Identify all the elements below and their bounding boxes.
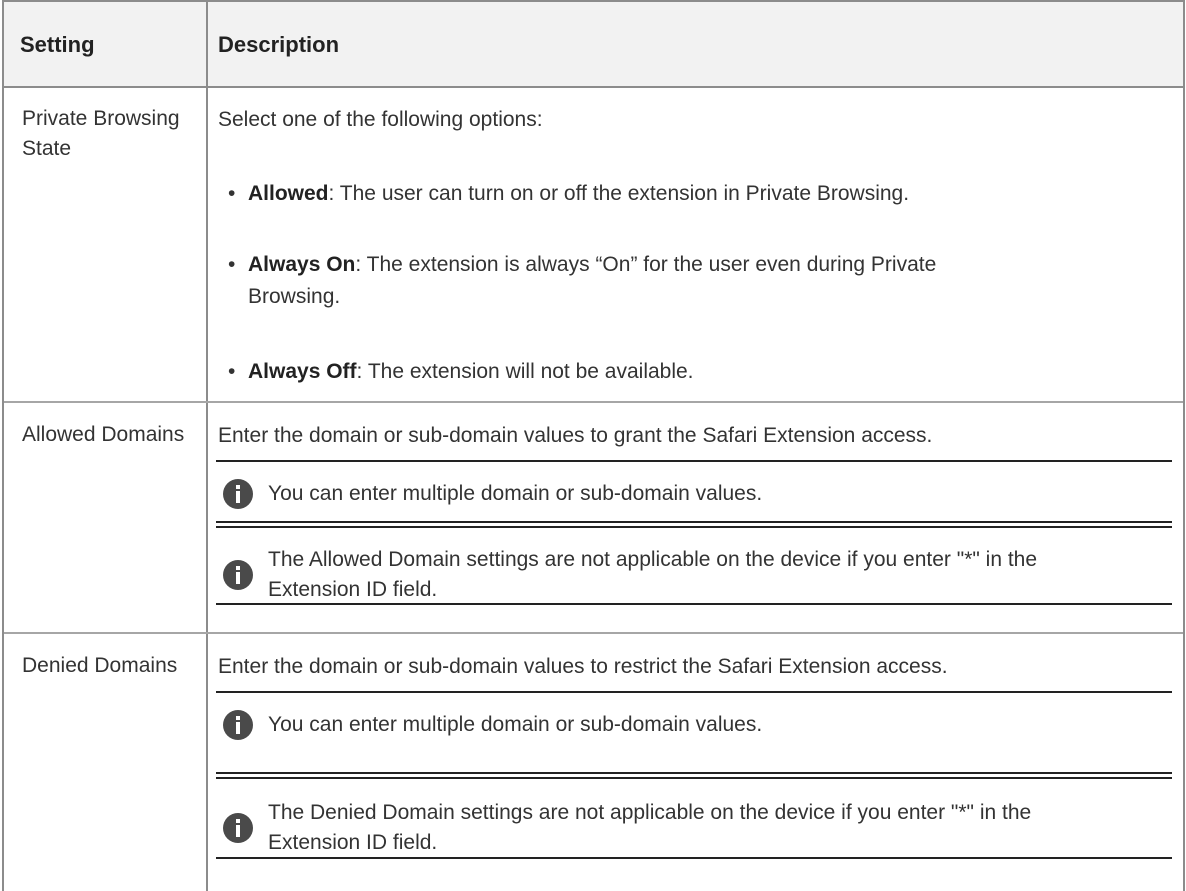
private-browsing-intro: Select one of the following options:: [218, 108, 543, 131]
header-setting: Setting: [20, 32, 95, 57]
setting-denied-domains: Denied Domains: [22, 654, 178, 677]
table-header: Setting Description: [4, 2, 1183, 88]
bullet-icon: •: [228, 360, 236, 383]
allowed-note-1: You can enter multiple domain or sub-dom…: [268, 482, 763, 505]
note-rule: [216, 526, 1172, 528]
column-divider: [206, 2, 208, 891]
bullet-icon: •: [228, 253, 236, 276]
denied-note-1: You can enter multiple domain or sub-dom…: [268, 713, 763, 736]
allowed-note-2: The Allowed Domain settings are not appl…: [268, 548, 1038, 601]
option-desc: : The extension will not be available.: [356, 360, 694, 383]
row-divider: [4, 401, 1183, 403]
option-term: Allowed: [248, 182, 329, 205]
info-icon: [223, 560, 253, 590]
denied-domains-intro: Enter the domain or sub-domain values to…: [218, 655, 948, 678]
info-icon: [223, 813, 253, 843]
option-always-on: Always On: The extension is always “On” …: [248, 249, 968, 313]
note-rule: [216, 777, 1172, 779]
setting-private-browsing-state: Private Browsing State: [22, 107, 180, 160]
note-rule: [216, 521, 1172, 523]
header-description: Description: [218, 32, 340, 57]
row-divider: [4, 632, 1183, 634]
note-rule: [216, 603, 1172, 605]
setting-allowed-domains: Allowed Domains: [22, 423, 185, 446]
settings-table: Setting Description Private Browsing Sta…: [2, 0, 1185, 891]
note-rule: [216, 857, 1172, 859]
option-allowed: Allowed: The user can turn on or off the…: [248, 178, 1148, 210]
info-icon: [223, 479, 253, 509]
note-rule: [216, 772, 1172, 774]
denied-note-2: The Denied Domain settings are not appli…: [268, 801, 1032, 854]
option-term: Always Off: [248, 360, 357, 383]
note-rule: [216, 460, 1172, 462]
info-icon: [223, 710, 253, 740]
option-term: Always On: [248, 253, 356, 276]
bullet-icon: •: [228, 182, 236, 205]
allowed-domains-intro: Enter the domain or sub-domain values to…: [218, 424, 933, 447]
note-rule: [216, 691, 1172, 693]
option-desc: : The user can turn on or off the extens…: [328, 182, 910, 205]
option-always-off: Always Off: The extension will not be av…: [248, 356, 1148, 388]
